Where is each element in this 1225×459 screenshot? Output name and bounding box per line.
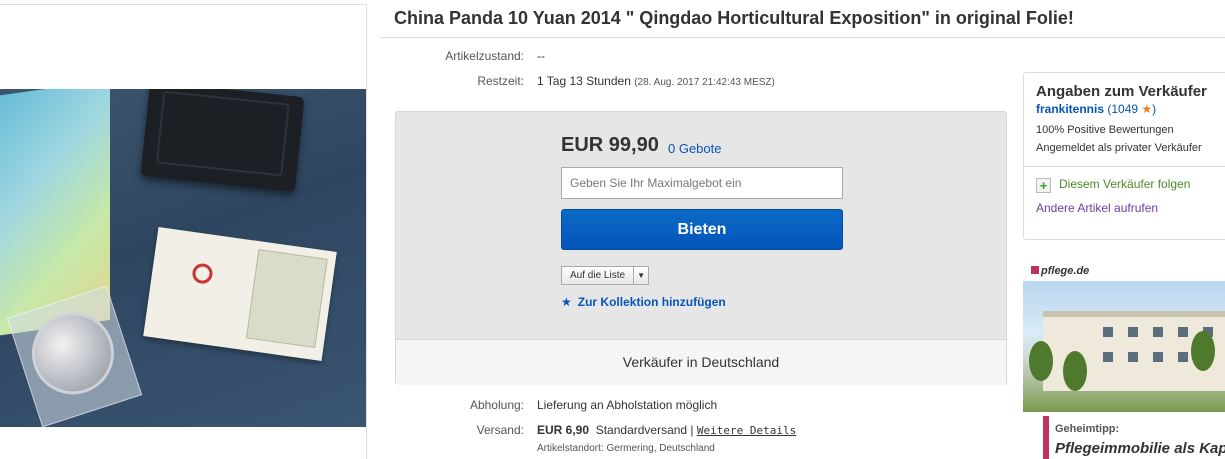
shipping-details-link[interactable]: Weitere Details — [697, 424, 796, 437]
positive-feedback: 100% Positive Bewertungen — [1036, 124, 1174, 136]
shipping-label: Versand: — [476, 423, 524, 437]
follow-seller-button[interactable]: + Diesem Verkäufer folgen — [1036, 177, 1225, 193]
ad-tip: Geheimtipp: — [1055, 423, 1120, 435]
advertisement[interactable]: pflege.de Geheimtipp: Pflegeimmobilie al… — [1023, 264, 1225, 459]
ad-headline[interactable]: Pflegeimmobilie als Kapi — [1055, 440, 1225, 457]
ad-image[interactable] — [1023, 281, 1225, 412]
ad-logo: pflege.de — [1031, 265, 1089, 277]
watchlist-label[interactable]: Auf die Liste — [562, 267, 635, 284]
seller-info-box: Angaben zum Verkäufer frankitennis (1049… — [1023, 72, 1225, 240]
seller-name-line: frankitennis (1049 ★) — [1036, 102, 1157, 116]
seller-heading: Angaben zum Verkäufer — [1036, 83, 1207, 100]
shipping-value: EUR 6,90 Standardversand | Weitere Detai… — [537, 423, 796, 437]
star-icon: ★ — [561, 295, 572, 309]
photo-coin-case — [140, 89, 305, 192]
time-left-duration: 1 Tag 13 Stunden — [537, 74, 631, 88]
add-to-collection-link[interactable]: ★ Zur Kollektion hinzufügen — [561, 295, 726, 309]
condition-value: -- — [537, 49, 545, 63]
time-left-label: Restzeit: — [477, 74, 524, 88]
watchlist-button[interactable]: Auf die Liste ▼ — [561, 266, 650, 285]
feedback-score[interactable]: 1049 — [1111, 102, 1138, 116]
seller-location: Verkäufer in Deutschland — [396, 339, 1006, 385]
shipping-method: Standardversand | — [595, 423, 694, 437]
time-left-value: 1 Tag 13 Stunden (28. Aug. 2017 21:42:43… — [537, 74, 775, 88]
item-location: Artikelstandort: Germering, Deutschland — [537, 443, 715, 454]
plus-icon[interactable]: + — [1036, 178, 1051, 193]
listing-title: China Panda 10 Yuan 2014 " Qingdao Horti… — [394, 8, 1074, 28]
seller-username-link[interactable]: frankitennis — [1036, 102, 1104, 116]
bid-count-link[interactable]: 0 Gebote — [668, 141, 722, 156]
bid-button[interactable]: Bieten — [561, 209, 843, 250]
star-icon: ★ — [1141, 102, 1153, 116]
auction-end-date: (28. Aug. 2017 21:42:43 MESZ) — [634, 77, 775, 88]
ad-brand: pflege.de — [1041, 265, 1090, 277]
seller-divider — [1024, 166, 1225, 167]
item-photo[interactable] — [0, 89, 366, 427]
collection-label[interactable]: Zur Kollektion hinzufügen — [578, 295, 726, 309]
follow-label[interactable]: Diesem Verkäufer folgen — [1059, 177, 1190, 191]
current-price: EUR 99,90 — [561, 134, 659, 156]
seller-type: Angemeldet als privater Verkäufer — [1036, 142, 1202, 154]
photo-certificate — [143, 227, 337, 361]
condition-label: Artikelzustand: — [445, 49, 524, 63]
chevron-down-icon[interactable]: ▼ — [634, 267, 648, 284]
bid-box: EUR 99,90 0 Gebote Bieten Auf die Liste▼… — [395, 111, 1007, 385]
other-items-link[interactable]: Andere Artikel aufrufen — [1036, 201, 1225, 215]
pickup-value: Lieferung an Abholstation möglich — [537, 398, 718, 412]
max-bid-input[interactable] — [561, 167, 843, 199]
shipping-price: EUR 6,90 — [537, 423, 590, 437]
item-image-panel — [0, 4, 367, 459]
ad-accent-bar — [1043, 416, 1049, 459]
title-divider — [381, 37, 1225, 38]
pickup-label: Abholung: — [469, 398, 524, 412]
